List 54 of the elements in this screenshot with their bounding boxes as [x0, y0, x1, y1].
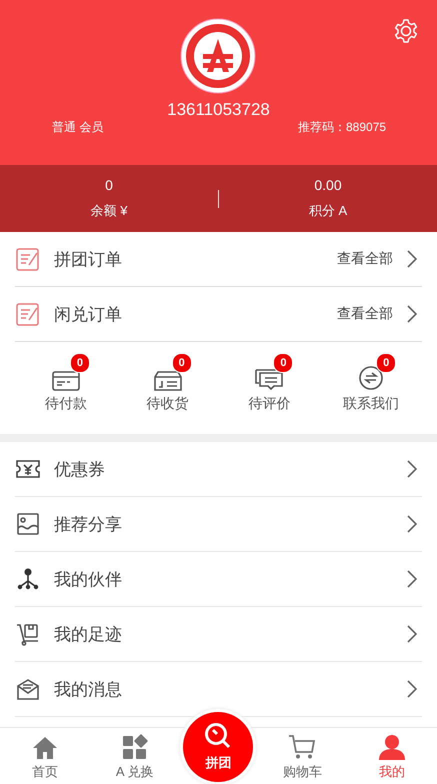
chevron-right-icon	[407, 250, 417, 268]
menu-item[interactable]: 我的消息	[54, 678, 393, 700]
chevron-right-icon	[407, 570, 417, 588]
order-status-label[interactable]: 待评价	[248, 395, 290, 413]
box-icon	[154, 369, 182, 391]
chevron-right-icon	[407, 515, 417, 533]
grid-icon	[122, 734, 148, 760]
coupon-icon	[16, 458, 40, 480]
count-badge: 0	[376, 353, 396, 373]
group-buy-button[interactable]: 拼团	[183, 712, 254, 782]
order-status-label[interactable]: 联系我们	[343, 395, 400, 413]
member-level: 普通 会员	[52, 119, 104, 136]
view-all-link[interactable]: 查看全部	[337, 250, 393, 268]
count-badge: 0	[70, 353, 90, 373]
menu-item[interactable]: 我的足迹	[54, 622, 393, 646]
user-icon	[378, 734, 406, 760]
order-title: 拼团订单	[54, 248, 123, 270]
referral-code: 推荐码：889075	[298, 119, 386, 136]
chevron-right-icon	[407, 625, 417, 643]
logo-icon	[180, 18, 256, 94]
order-status-label[interactable]: 待收货	[146, 395, 189, 413]
menu-item[interactable]: 推荐分享	[54, 512, 393, 536]
tab-item[interactable]: 我的	[347, 728, 437, 784]
chevron-right-icon	[407, 460, 417, 478]
exchange-icon	[358, 365, 384, 391]
view-all-link[interactable]: 查看全部	[337, 305, 393, 323]
order-status-label[interactable]: 待付款	[44, 395, 87, 413]
count-badge: 0	[273, 353, 294, 373]
stat-value: 0.00	[314, 177, 342, 193]
comment-icon	[255, 367, 284, 391]
stat-value: 0	[105, 177, 113, 193]
home-icon	[32, 736, 58, 760]
stat-label: 积分 A	[308, 202, 348, 220]
envelope-icon	[17, 678, 39, 700]
menu-item[interactable]: 优惠券	[54, 458, 393, 480]
tab-item[interactable]: 购物车	[257, 728, 348, 784]
chevron-right-icon	[407, 305, 417, 323]
cart-icon	[288, 734, 316, 760]
order-title: 闲兑订单	[54, 304, 123, 326]
card-icon	[52, 369, 80, 391]
image-icon	[17, 513, 39, 535]
order-list-icon	[16, 247, 40, 271]
search-icon	[204, 722, 232, 750]
stat-label: 余额 ¥	[90, 202, 128, 220]
chevron-right-icon	[407, 680, 417, 698]
count-badge: 0	[172, 353, 192, 373]
team-icon	[17, 568, 39, 590]
settings-icon[interactable]	[393, 18, 419, 44]
cart-box-icon	[16, 622, 40, 646]
tab-item[interactable]: A 兑换	[90, 728, 180, 784]
tab-item[interactable]: 首页	[0, 728, 90, 784]
order-list-icon	[16, 302, 40, 326]
phone-number: 13611053728	[167, 100, 270, 120]
menu-item[interactable]: 我的伙伴	[54, 568, 393, 590]
